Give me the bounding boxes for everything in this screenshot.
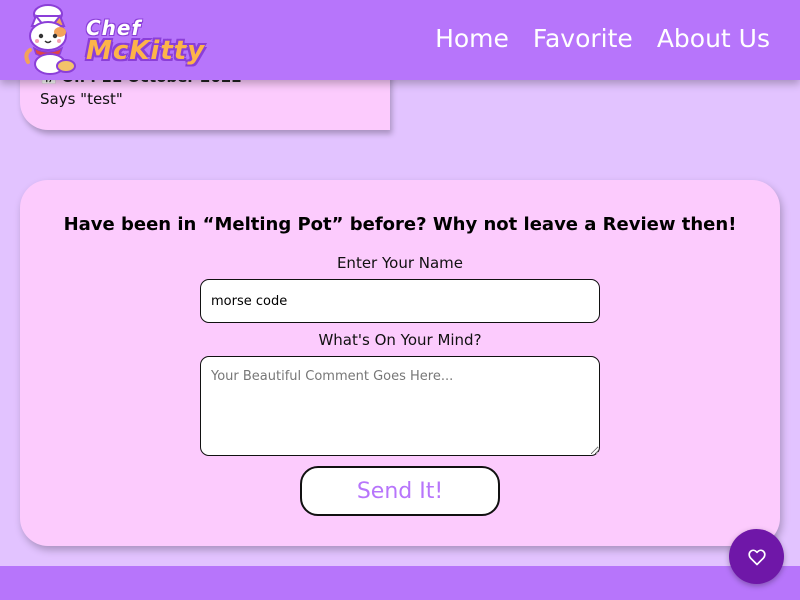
review-form-card: Have been in “Melting Pot” before? Why n… bbox=[20, 180, 780, 546]
comment-textarea[interactable] bbox=[200, 356, 600, 456]
main-nav: Home Favorite About Us bbox=[435, 24, 770, 53]
nav-link-home[interactable]: Home bbox=[435, 24, 509, 53]
logo-text-mckitty: McKitty bbox=[86, 36, 206, 66]
name-input[interactable] bbox=[200, 279, 600, 323]
chef-cat-icon bbox=[24, 4, 76, 75]
name-label: Enter Your Name bbox=[336, 254, 464, 272]
favorite-fab-button[interactable] bbox=[729, 529, 784, 584]
footer bbox=[0, 566, 800, 600]
form-title: Have been in “Melting Pot” before? Why n… bbox=[63, 214, 737, 235]
logo[interactable]: Chef McKitty bbox=[22, 4, 222, 76]
nav-link-favorite[interactable]: Favorite bbox=[533, 24, 633, 53]
nav-link-about-us[interactable]: About Us bbox=[657, 24, 770, 53]
comment-label: What's On Your Mind? bbox=[318, 331, 482, 349]
send-button[interactable]: Send It! bbox=[300, 466, 500, 516]
heart-icon bbox=[747, 548, 766, 565]
review-text: Says "test" bbox=[40, 90, 123, 108]
top-navbar: Chef McKitty Home Favorite About Us bbox=[0, 0, 800, 80]
